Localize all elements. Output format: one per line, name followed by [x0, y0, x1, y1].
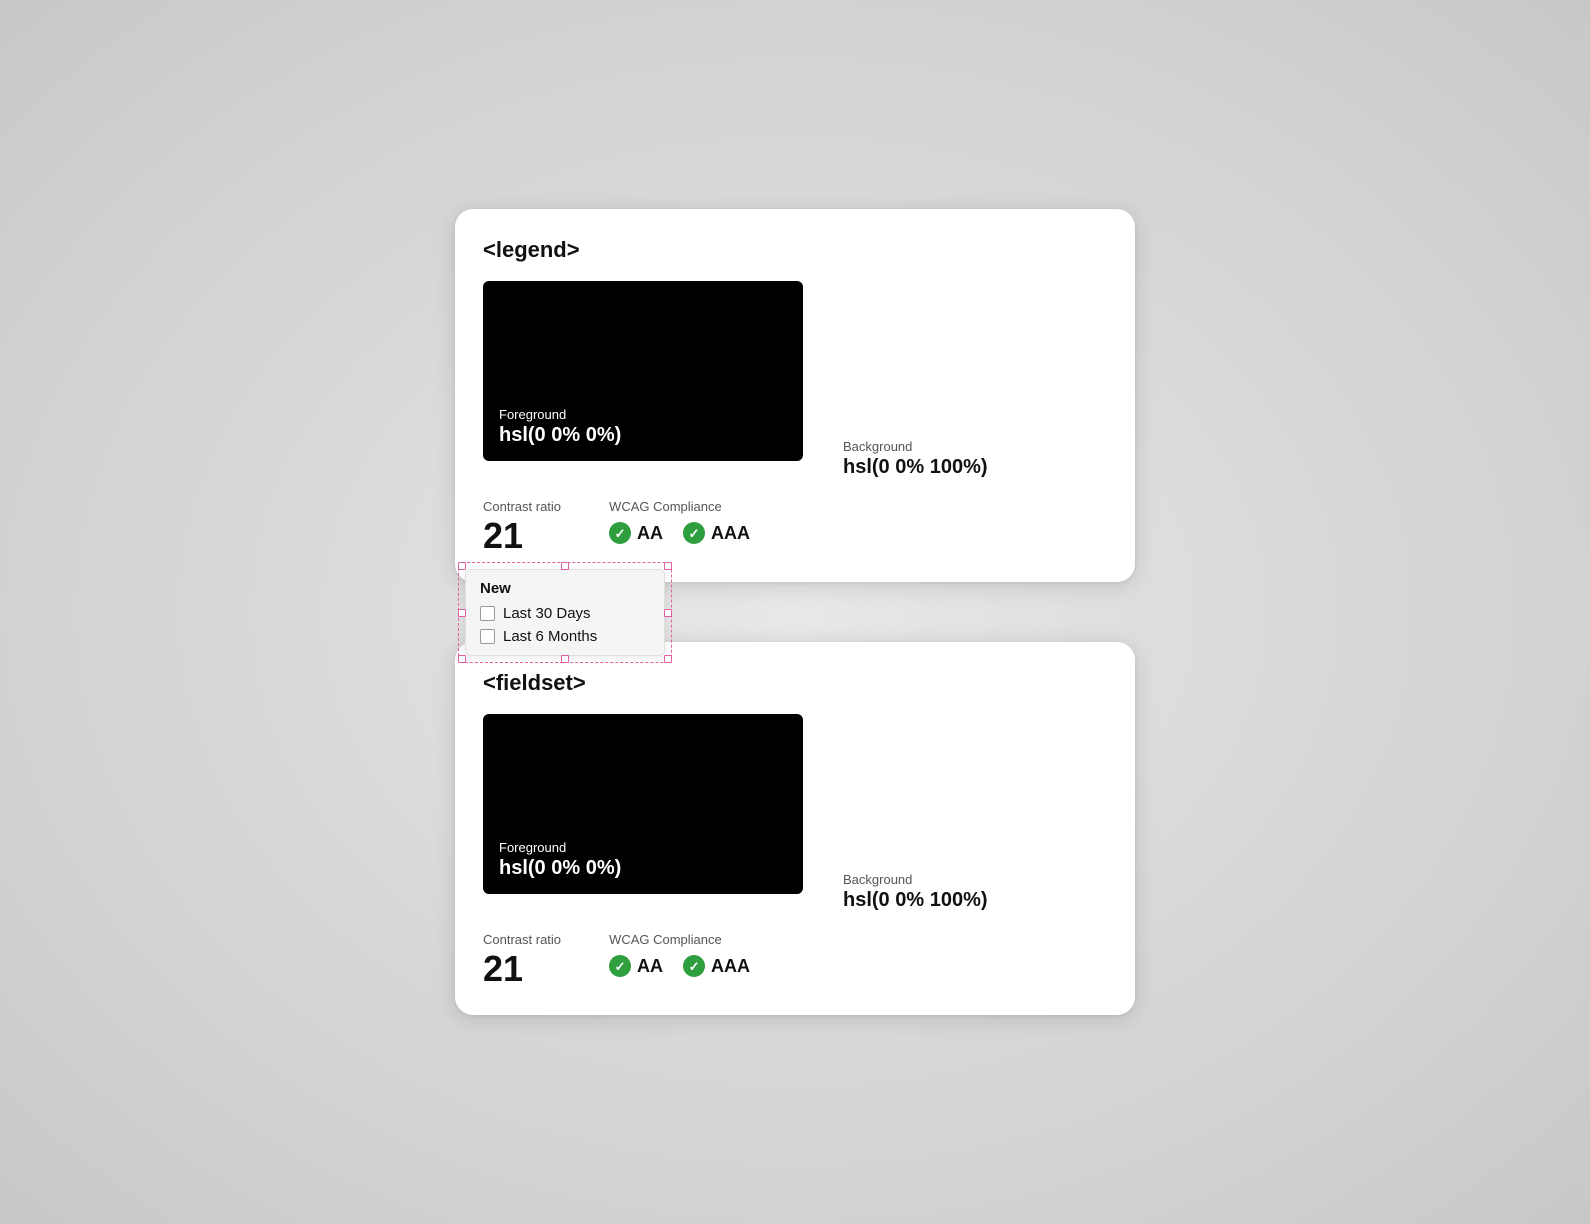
legend-contrast-block: Contrast ratio 21 [483, 499, 561, 554]
popup-option-2[interactable]: Last 6 Months [480, 628, 650, 645]
fieldset-aa-badge: AA [609, 955, 663, 977]
fieldset-metrics-row: Contrast ratio 21 WCAG Compliance AA AAA [483, 932, 1107, 987]
popup-option-1[interactable]: Last 30 Days [480, 605, 650, 622]
legend-card-title: <legend> [483, 237, 1107, 263]
legend-metrics-row: Contrast ratio 21 WCAG Compliance AA AAA [483, 499, 1107, 554]
legend-foreground-label: Foreground [499, 407, 787, 422]
legend-contrast-label: Contrast ratio [483, 499, 561, 514]
fieldset-card: <fieldset> Foreground hsl(0 0% 0%) Backg… [455, 642, 1135, 1015]
fieldset-aa-check-icon [609, 955, 631, 977]
fieldset-aaa-check-icon [683, 955, 705, 977]
legend-background-section: Background hsl(0 0% 100%) [843, 439, 988, 479]
legend-aaa-label: AAA [711, 523, 750, 544]
popup-option-2-label: Last 6 Months [503, 628, 597, 645]
fieldset-preview-section: Foreground hsl(0 0% 0%) [483, 714, 803, 912]
handle-lm [458, 609, 466, 617]
legend-contrast-value: 21 [483, 518, 561, 554]
fieldset-background-value: hsl(0 0% 100%) [843, 889, 988, 912]
fieldset-background-label: Background [843, 872, 988, 887]
legend-foreground-value: hsl(0 0% 0%) [499, 424, 787, 447]
legend-compliance-block: WCAG Compliance AA AAA [609, 499, 750, 544]
fieldset-contrast-block: Contrast ratio 21 [483, 932, 561, 987]
fieldset-color-preview: Foreground hsl(0 0% 0%) [483, 714, 803, 894]
legend-card: <legend> Foreground hsl(0 0% 0%) Backgro… [455, 209, 1135, 582]
fieldset-foreground-value: hsl(0 0% 0%) [499, 857, 787, 880]
fieldset-aaa-label: AAA [711, 956, 750, 977]
legend-compliance-badges: AA AAA [609, 522, 750, 544]
legend-aaa-badge: AAA [683, 522, 750, 544]
legend-aa-badge: AA [609, 522, 663, 544]
legend-preview-section: Foreground hsl(0 0% 0%) [483, 281, 803, 479]
legend-background-label: Background [843, 439, 988, 454]
floating-popup: New Last 30 Days Last 6 Months [465, 569, 665, 656]
fieldset-contrast-label: Contrast ratio [483, 932, 561, 947]
legend-aaa-check-icon [683, 522, 705, 544]
legend-color-preview: Foreground hsl(0 0% 0%) [483, 281, 803, 461]
legend-aa-label: AA [637, 523, 663, 544]
legend-card-row: Foreground hsl(0 0% 0%) Background hsl(0… [483, 281, 1107, 479]
fieldset-aa-label: AA [637, 956, 663, 977]
popup-checkbox-1[interactable] [480, 606, 495, 621]
fieldset-compliance-block: WCAG Compliance AA AAA [609, 932, 750, 977]
fieldset-wcag-label: WCAG Compliance [609, 932, 750, 947]
popup-checkbox-2[interactable] [480, 629, 495, 644]
popup-title: New [480, 580, 650, 597]
fieldset-card-row: Foreground hsl(0 0% 0%) Background hsl(0… [483, 714, 1107, 912]
fieldset-card-title: <fieldset> [483, 670, 1107, 696]
legend-background-value: hsl(0 0% 100%) [843, 456, 988, 479]
fieldset-contrast-value: 21 [483, 951, 561, 987]
fieldset-background-section: Background hsl(0 0% 100%) [843, 872, 988, 912]
handle-rm [664, 609, 672, 617]
legend-aa-check-icon [609, 522, 631, 544]
page-wrapper: <legend> Foreground hsl(0 0% 0%) Backgro… [455, 209, 1135, 1015]
fieldset-foreground-label: Foreground [499, 840, 787, 855]
fieldset-aaa-badge: AAA [683, 955, 750, 977]
popup-box: New Last 30 Days Last 6 Months [465, 569, 665, 656]
popup-option-1-label: Last 30 Days [503, 605, 591, 622]
legend-wcag-label: WCAG Compliance [609, 499, 750, 514]
fieldset-compliance-badges: AA AAA [609, 955, 750, 977]
